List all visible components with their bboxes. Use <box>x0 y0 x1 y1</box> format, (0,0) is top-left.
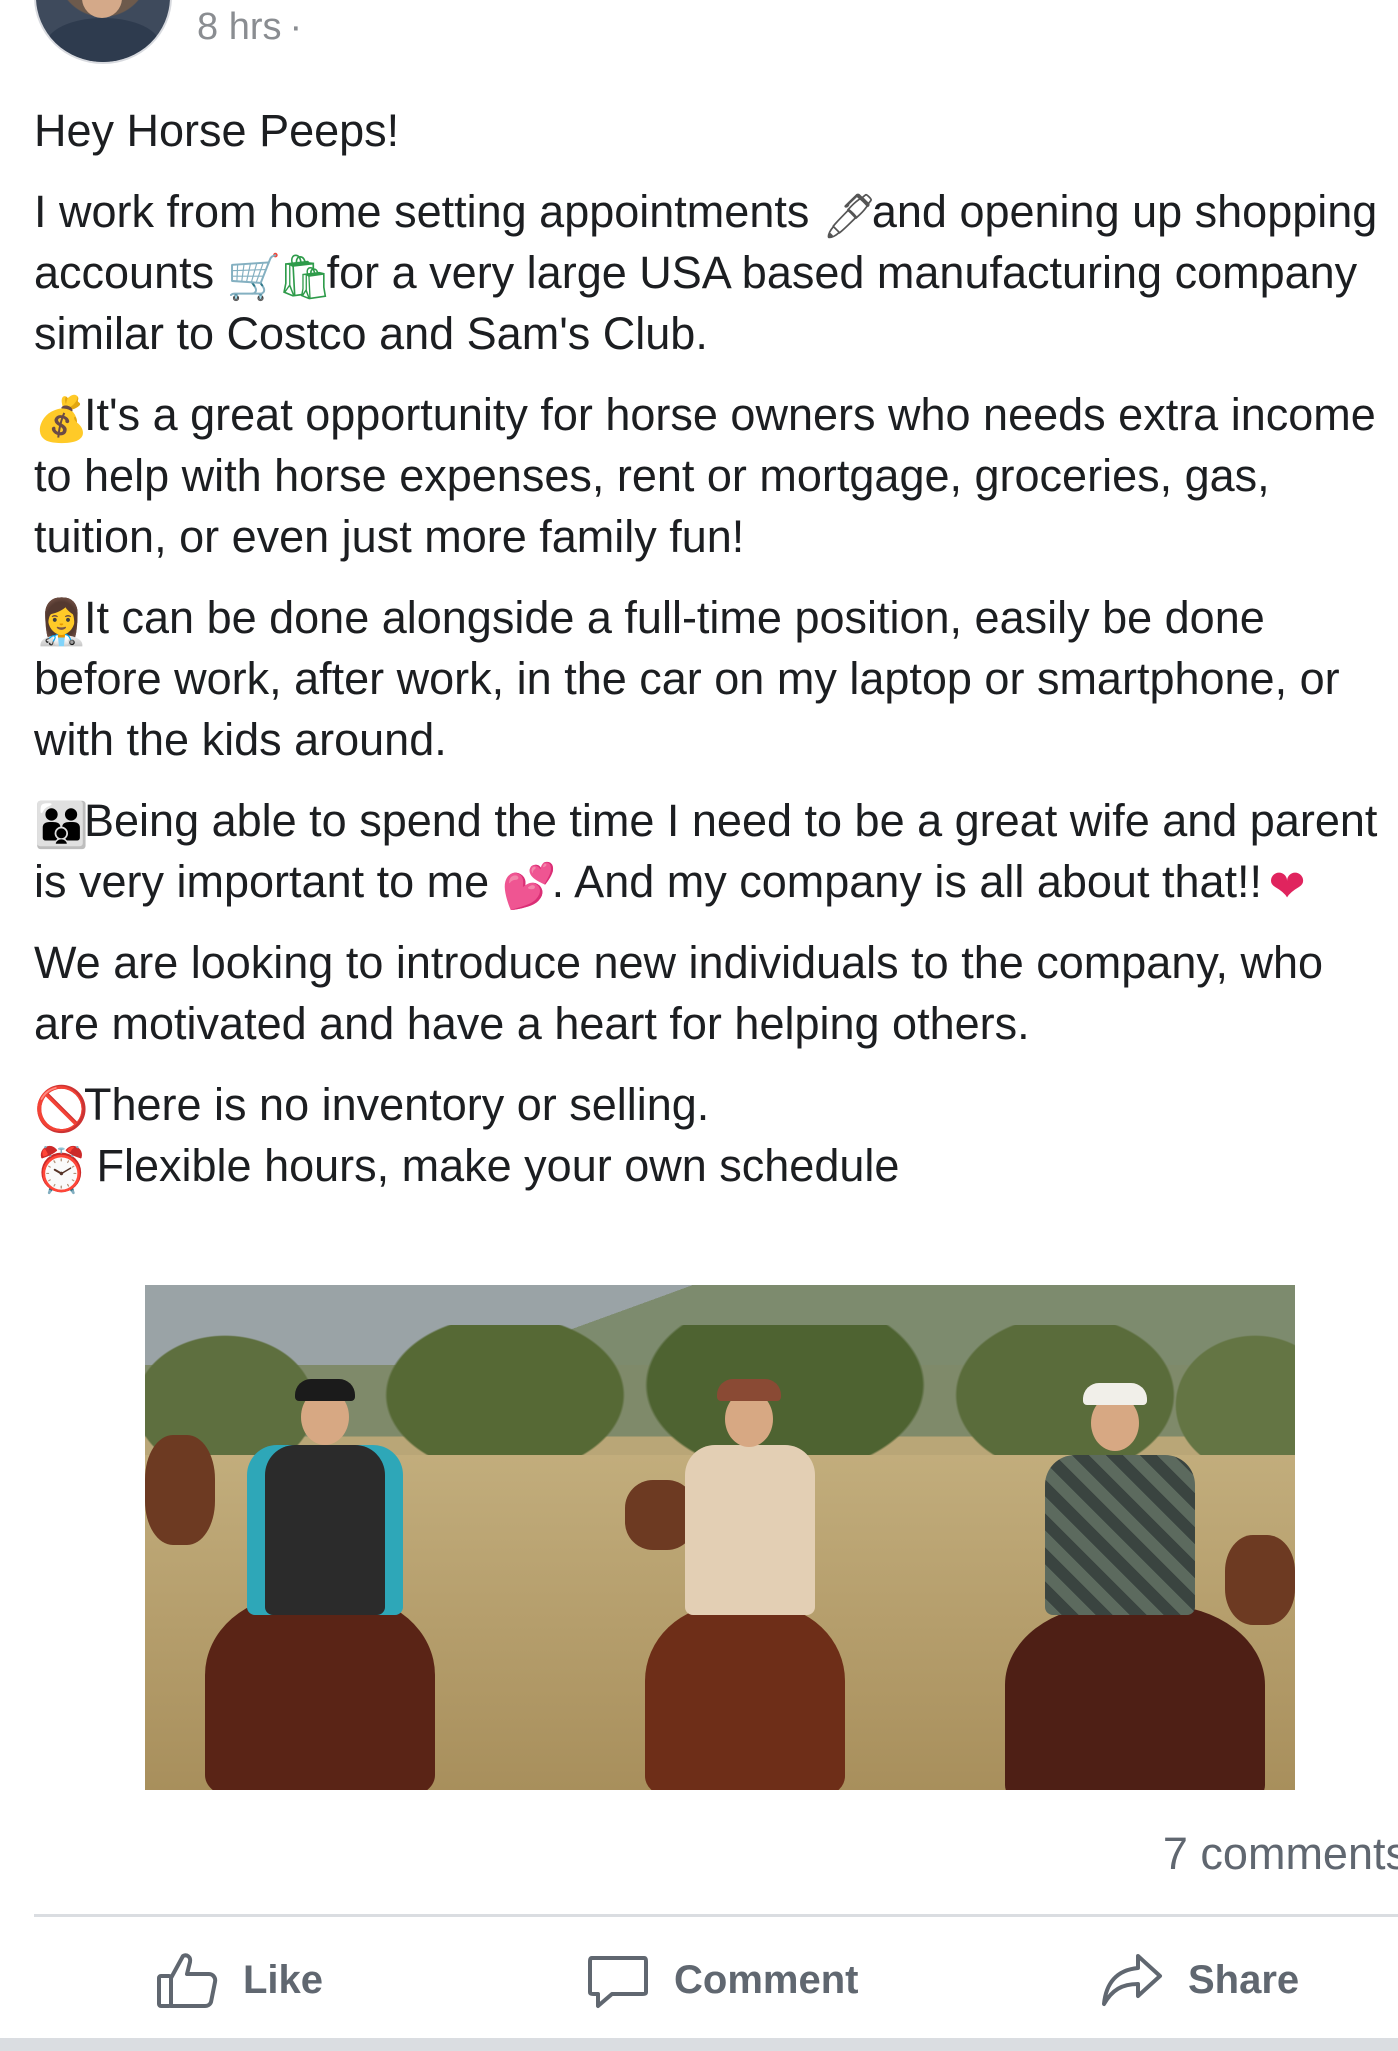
actions-divider <box>34 1914 1398 1917</box>
author-avatar[interactable] <box>34 0 172 64</box>
post-greeting: Hey Horse Peeps! <box>34 105 400 156</box>
post-timestamp[interactable]: 8 hrs · <box>197 6 302 49</box>
comments-count-link[interactable]: 7 comments <box>1163 1828 1398 1880</box>
bullet-1-text: There is no inventory or selling. <box>84 1079 710 1130</box>
post-body: Hey Horse Peeps! I work from home settin… <box>34 100 1398 1196</box>
photo-horse <box>645 1605 845 1790</box>
post-paragraph-3: 👩‍⚕️It can be done alongside a full-time… <box>34 587 1398 770</box>
bullet-2-text: Flexible hours, make your own schedule <box>84 1140 900 1191</box>
post-bullet-1: 🚫There is no inventory or selling. <box>34 1074 1398 1135</box>
post-actions-bar: Like Comment Share <box>0 1930 1398 2030</box>
photo-background-horse <box>145 1435 215 1545</box>
feed-separator <box>0 2038 1398 2051</box>
pen-emoji-icon: 🖊 <box>821 191 878 242</box>
post-bullet-2: ⏰ Flexible hours, make your own schedule <box>34 1135 1398 1196</box>
rider-body <box>265 1445 385 1615</box>
rider-body <box>685 1445 815 1615</box>
alarm-clock-emoji-icon: ⏰ <box>34 1145 89 1196</box>
paragraph-4-part-b: . And my company is all about that!! <box>551 856 1263 907</box>
post-paragraph-5: We are looking to introduce new individu… <box>34 937 1324 1049</box>
post-paragraph-4: 👪Being able to spend the time I need to … <box>34 790 1398 912</box>
family-emoji-icon: 👪 <box>34 800 89 851</box>
timestamp-text: 8 hrs <box>197 6 282 48</box>
share-arrow-icon <box>1100 1948 1164 2012</box>
shopping-bags-emoji-icon: 🛍 <box>276 252 333 303</box>
red-heart-emoji-icon: ❤ <box>1268 861 1306 912</box>
rider-hat <box>717 1379 781 1401</box>
avatar-shoulders <box>46 18 160 62</box>
comment-bubble-icon <box>586 1948 650 2012</box>
rider-body <box>1045 1455 1195 1615</box>
paragraph-3-text: It can be done alongside a full-time pos… <box>34 592 1340 765</box>
post-photo[interactable] <box>145 1285 1295 1790</box>
rider-hat <box>295 1379 355 1401</box>
rider-hat <box>1083 1383 1147 1405</box>
privacy-separator: · <box>289 6 303 48</box>
two-hearts-emoji-icon: 💕 <box>501 861 557 912</box>
paragraph-2-text: It's a great opportunity for horse owner… <box>34 389 1376 562</box>
share-button[interactable]: Share <box>1100 1930 1299 2030</box>
like-label: Like <box>243 1957 324 2002</box>
thumbs-up-icon <box>155 1948 219 2012</box>
comment-button[interactable]: Comment <box>586 1930 858 2030</box>
feed-post: 8 hrs · Hey Horse Peeps! I work from home… <box>0 0 1398 2051</box>
paragraph-1-part-a: I work from home setting appointments <box>34 186 822 237</box>
health-worker-emoji-icon: 👩‍⚕️ <box>34 597 89 648</box>
prohibited-emoji-icon: 🚫 <box>34 1084 89 1135</box>
comment-label: Comment <box>674 1957 859 2002</box>
photo-background-horse <box>1225 1535 1295 1625</box>
photo-horse <box>1005 1605 1265 1790</box>
share-label: Share <box>1188 1957 1300 2002</box>
like-button[interactable]: Like <box>155 1930 323 2030</box>
post-header: 8 hrs · <box>0 0 1398 70</box>
post-paragraph-1: I work from home setting appointments 🖊a… <box>34 181 1398 364</box>
money-bag-emoji-icon: 💰 <box>34 394 89 445</box>
avatar-face <box>82 0 122 18</box>
post-paragraph-2: 💰It's a great opportunity for horse owne… <box>34 384 1398 567</box>
shopping-cart-emoji-icon: 🛒 <box>226 252 282 303</box>
photo-horse <box>205 1595 435 1790</box>
